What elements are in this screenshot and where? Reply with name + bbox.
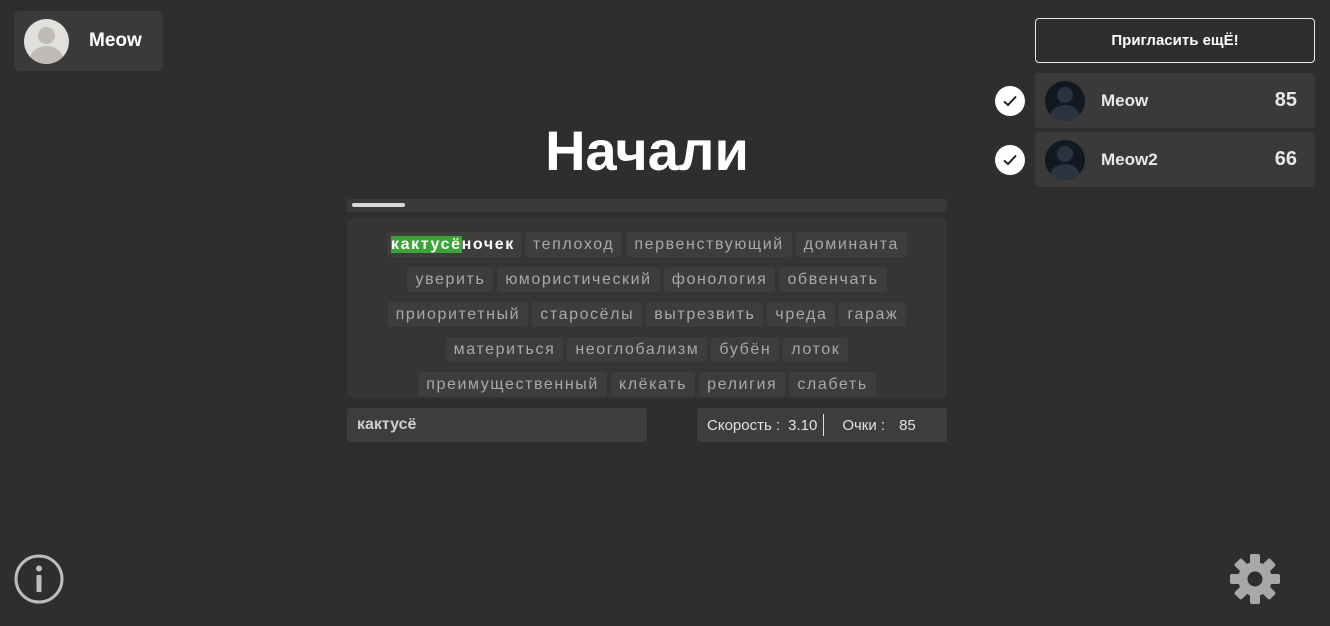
word-item: обвенчать — [779, 267, 887, 292]
progress-fill — [352, 203, 405, 207]
word-item: юмористический — [497, 267, 660, 292]
typing-input[interactable] — [347, 408, 647, 442]
user-profile-card[interactable]: Meow — [14, 11, 163, 71]
status-title: Начали — [545, 119, 749, 182]
gear-icon[interactable] — [1229, 553, 1281, 605]
points-value: 85 — [899, 416, 916, 434]
word-item: приоритетный — [387, 302, 529, 327]
player-card: Meow2 66 — [1035, 132, 1315, 187]
word-item: клёкать — [610, 372, 696, 397]
words-panel: кактусёночек теплоход первенствующий домин… — [347, 218, 947, 398]
word-item: вытрезвить — [646, 302, 764, 327]
word-item: первенствующий — [626, 232, 792, 257]
current-word: кактусёночек — [387, 232, 521, 257]
player-score: 66 — [1274, 148, 1297, 170]
word-item: слабеть — [789, 372, 876, 397]
current-word-typed: кактусё — [391, 236, 462, 253]
player-avatar — [1045, 140, 1085, 180]
word-item: фонология — [663, 267, 776, 292]
points-label: Очки : — [842, 416, 886, 434]
player-row: Meow 85 — [995, 73, 1315, 128]
player-row: Meow2 66 — [995, 132, 1315, 187]
speed-value: 3.10 — [788, 416, 818, 434]
word-item: бубён — [711, 337, 780, 362]
word-item: преимущественный — [418, 372, 607, 397]
speed-label: Скорость : — [707, 416, 781, 434]
check-icon — [995, 86, 1025, 116]
player-avatar — [1045, 81, 1085, 121]
word-item: гараж — [839, 302, 907, 327]
word-item: лоток — [783, 337, 849, 362]
current-word-rest: ночек — [461, 236, 515, 253]
word-item: старосёлы — [532, 302, 643, 327]
progress-bar — [347, 199, 947, 212]
word-item: уверить — [407, 267, 494, 292]
word-item: доминанта — [795, 232, 907, 257]
info-icon[interactable] — [14, 554, 64, 604]
word-item: религия — [699, 372, 786, 397]
stats-panel: Скорость : 3.10 Очки : 85 — [697, 408, 947, 442]
word-item: чреда — [767, 302, 836, 327]
player-name: Meow2 — [1101, 150, 1158, 169]
user-name: Meow — [89, 30, 142, 51]
word-item: материться — [445, 337, 564, 362]
word-list: кактусёночек теплоход первенствующий домин… — [357, 232, 937, 397]
player-score: 85 — [1274, 89, 1297, 111]
user-avatar — [24, 18, 69, 64]
player-name: Meow — [1101, 91, 1149, 110]
stats-divider — [823, 414, 825, 436]
check-icon — [995, 145, 1025, 175]
word-item: теплоход — [524, 232, 623, 257]
invite-more-button[interactable]: Пригласить ещЁ! — [1035, 18, 1315, 63]
word-item: неоглобализм — [567, 337, 708, 362]
player-card: Meow 85 — [1035, 73, 1315, 128]
